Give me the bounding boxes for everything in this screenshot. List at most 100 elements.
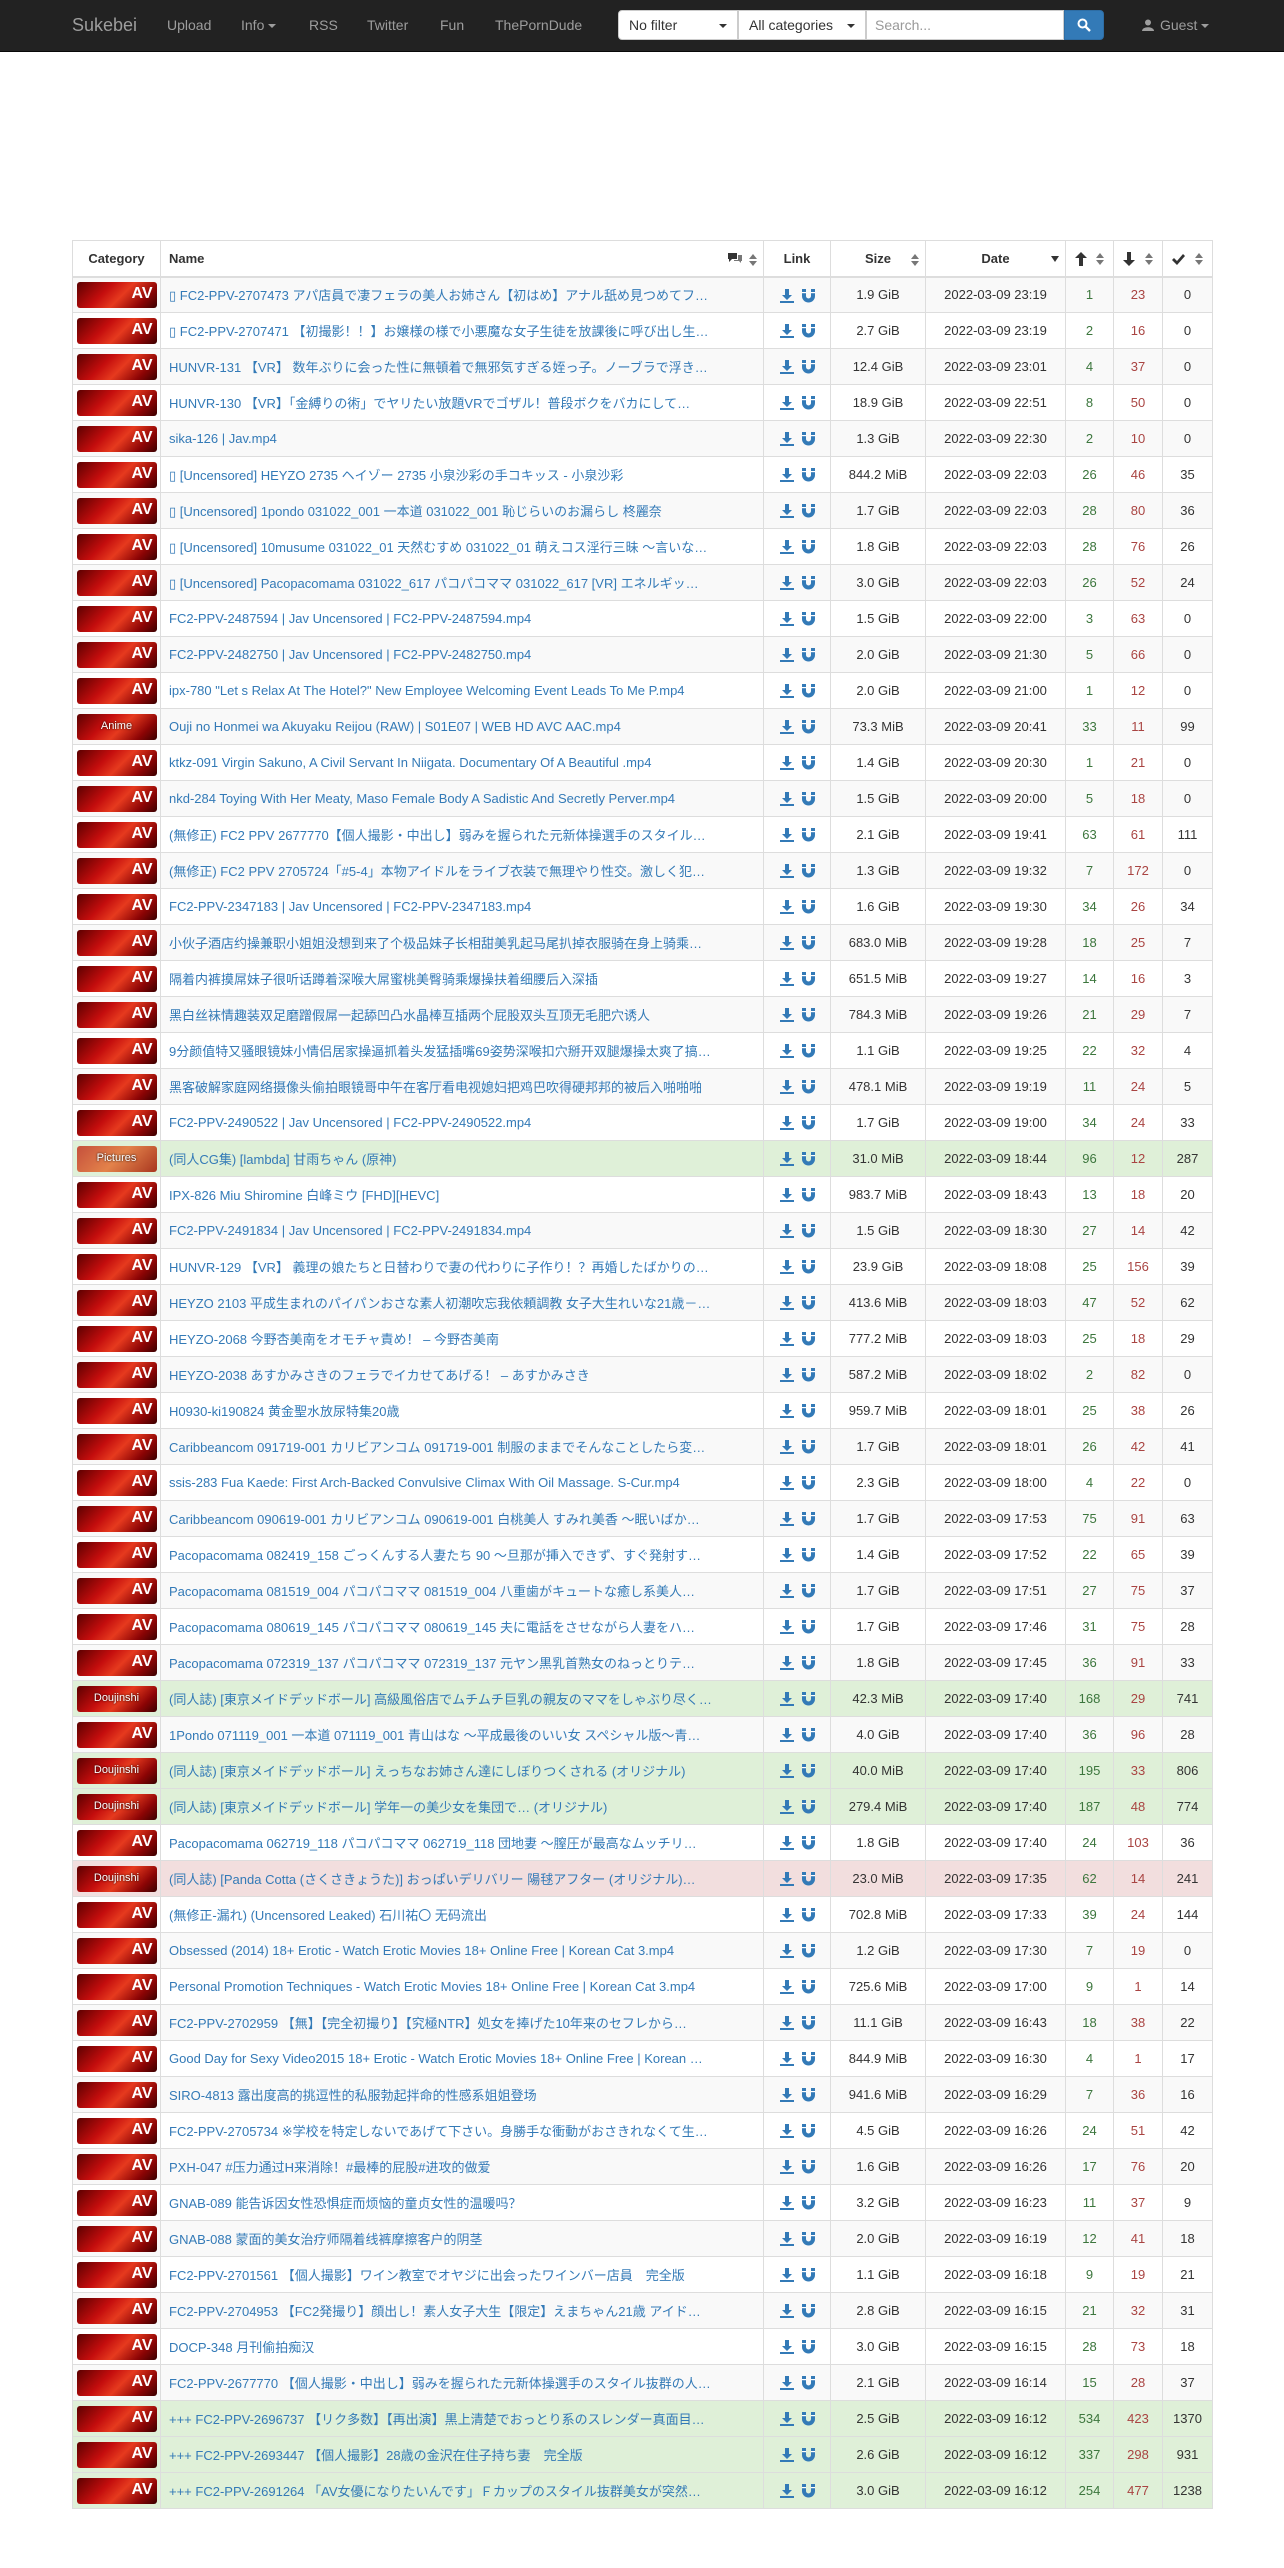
- header-downloads[interactable]: [1162, 240, 1213, 278]
- torrent-title-link[interactable]: 小伙子酒店约操兼职小姐姐没想到来了个极品妹子长相甜美乳起马尾扒掉衣服骑在身上骑乘…: [169, 936, 702, 951]
- download-icon[interactable]: [779, 1692, 794, 1707]
- category-badge[interactable]: AV: [76, 2261, 157, 2288]
- torrent-title-link[interactable]: +++ FC2-PPV-2691264 「AV女優になりたいんです」Ｆカップのス…: [169, 2484, 701, 2499]
- magnet-icon[interactable]: [801, 1872, 815, 1886]
- torrent-title-link[interactable]: HEYZO-2068 今野杏美南をオモチャ責め！ – 今野杏美南: [169, 1332, 499, 1347]
- download-icon[interactable]: [779, 504, 794, 519]
- torrent-title-link[interactable]: ssis-283 Fua Kaede: First Arch-Backed Co…: [169, 1475, 680, 1490]
- download-icon[interactable]: [779, 1224, 794, 1239]
- torrent-title-link[interactable]: ktkz-091 Virgin Sakuno, A Civil Servant …: [169, 755, 651, 770]
- magnet-icon[interactable]: [801, 1764, 815, 1778]
- download-icon[interactable]: [779, 972, 794, 987]
- download-icon[interactable]: [779, 2448, 794, 2463]
- magnet-icon[interactable]: [801, 756, 815, 770]
- magnet-icon[interactable]: [801, 1296, 815, 1310]
- category-badge[interactable]: AV: [76, 1037, 157, 1064]
- magnet-icon[interactable]: [801, 828, 815, 842]
- magnet-icon[interactable]: [801, 1260, 815, 1274]
- download-icon[interactable]: [779, 936, 794, 951]
- category-badge[interactable]: AV: [76, 1721, 157, 1748]
- magnet-icon[interactable]: [801, 504, 815, 518]
- magnet-icon[interactable]: [801, 1728, 815, 1742]
- header-seeders[interactable]: [1065, 240, 1114, 278]
- download-icon[interactable]: [779, 396, 794, 411]
- torrent-title-link[interactable]: HEYZO 2103 平成生まれのパイパンおさな素人初潮吹忘我依頼調教 女子大生…: [169, 1296, 710, 1311]
- torrent-title-link[interactable]: (同人CG集) [lambda] 甘雨ちゃん (原神): [169, 1152, 397, 1167]
- torrent-title-link[interactable]: HUNVR-131 【VR】 数年ぶりに会った性に無頓着で無邪気すぎる姪っ子。ノ…: [169, 360, 708, 375]
- torrent-title-link[interactable]: FC2-PPV-2347183 | Jav Uncensored | FC2-P…: [169, 899, 531, 914]
- download-icon[interactable]: [779, 1476, 794, 1491]
- download-icon[interactable]: [779, 1440, 794, 1455]
- download-icon[interactable]: [779, 828, 794, 843]
- download-icon[interactable]: [779, 1368, 794, 1383]
- download-icon[interactable]: [779, 360, 794, 375]
- category-badge[interactable]: AV: [76, 1217, 157, 1244]
- magnet-icon[interactable]: [801, 2268, 815, 2282]
- search-button[interactable]: [1064, 10, 1104, 40]
- torrent-title-link[interactable]: Pacopacomama 062719_118 パコパコママ 062719_11…: [169, 1836, 697, 1851]
- torrent-title-link[interactable]: ▯ [Uncensored] 10musume 031022_01 天然むすめ …: [169, 540, 707, 555]
- download-icon[interactable]: [779, 1980, 794, 1995]
- download-icon[interactable]: [779, 2088, 794, 2103]
- nav-rss[interactable]: RSS: [309, 0, 338, 51]
- category-badge[interactable]: AV: [76, 2225, 157, 2252]
- category-badge[interactable]: AV: [76, 2045, 157, 2072]
- magnet-icon[interactable]: [801, 1368, 815, 1382]
- category-badge[interactable]: AV: [76, 533, 157, 560]
- magnet-icon[interactable]: [801, 972, 815, 986]
- magnet-icon[interactable]: [801, 1224, 815, 1238]
- category-badge[interactable]: AV: [76, 749, 157, 776]
- category-badge[interactable]: Doujinshi: [76, 1757, 157, 1784]
- magnet-icon[interactable]: [801, 1476, 815, 1490]
- magnet-icon[interactable]: [801, 1512, 815, 1526]
- category-badge[interactable]: AV: [76, 2117, 157, 2144]
- magnet-icon[interactable]: [801, 864, 815, 878]
- download-icon[interactable]: [779, 1728, 794, 1743]
- category-badge[interactable]: AV: [76, 1973, 157, 2000]
- download-icon[interactable]: [779, 1008, 794, 1023]
- download-icon[interactable]: [779, 684, 794, 699]
- magnet-icon[interactable]: [801, 1044, 815, 1058]
- search-input[interactable]: [866, 10, 1064, 40]
- torrent-title-link[interactable]: SIRO-4813 露出度高的挑逗性的私服勃起拌命的性感系姐姐登场: [169, 2088, 537, 2103]
- category-badge[interactable]: AV: [76, 1505, 157, 1532]
- download-icon[interactable]: [779, 792, 794, 807]
- magnet-icon[interactable]: [801, 2232, 815, 2246]
- download-icon[interactable]: [779, 1512, 794, 1527]
- torrent-title-link[interactable]: +++ FC2-PPV-2696737 【リク多数】【再出演】黒上清楚でおっとり…: [169, 2412, 705, 2427]
- magnet-icon[interactable]: [801, 612, 815, 626]
- nav-upload[interactable]: Upload: [167, 0, 211, 51]
- download-icon[interactable]: [779, 756, 794, 771]
- category-badge[interactable]: AV: [76, 1361, 157, 1388]
- download-icon[interactable]: [779, 2268, 794, 2283]
- category-badge[interactable]: AV: [76, 425, 157, 452]
- nav-theporndude[interactable]: ThePornDude: [495, 0, 582, 51]
- category-badge[interactable]: AV: [76, 461, 157, 488]
- torrent-title-link[interactable]: Obsessed (2014) 18+ Erotic - Watch Eroti…: [169, 1943, 674, 1958]
- category-badge[interactable]: AV: [76, 857, 157, 884]
- magnet-icon[interactable]: [801, 1152, 815, 1166]
- magnet-icon[interactable]: [801, 2448, 815, 2462]
- magnet-icon[interactable]: [801, 2304, 815, 2318]
- download-icon[interactable]: [779, 1152, 794, 1167]
- category-badge[interactable]: AV: [76, 893, 157, 920]
- download-icon[interactable]: [779, 900, 794, 915]
- magnet-icon[interactable]: [801, 648, 815, 662]
- magnet-icon[interactable]: [801, 2484, 815, 2498]
- category-badge[interactable]: AV: [76, 1541, 157, 1568]
- torrent-title-link[interactable]: ▯ FC2-PPV-2707471 【初撮影！！】お嬢様の様で小悪魔な女子生徒を…: [169, 324, 709, 339]
- magnet-icon[interactable]: [801, 1980, 815, 1994]
- download-icon[interactable]: [779, 468, 794, 483]
- magnet-icon[interactable]: [801, 2340, 815, 2354]
- header-leechers[interactable]: [1113, 240, 1163, 278]
- magnet-icon[interactable]: [801, 900, 815, 914]
- torrent-title-link[interactable]: HUNVR-129 【VR】 義理の娘たちと日替わりで妻の代わりに子作り！？再婚…: [169, 1260, 709, 1275]
- download-icon[interactable]: [779, 1080, 794, 1095]
- torrent-title-link[interactable]: FC2-PPV-2704953 【FC2発撮り】顔出し！素人女子大生【限定】えま…: [169, 2304, 701, 2319]
- download-icon[interactable]: [779, 288, 794, 303]
- magnet-icon[interactable]: [801, 2376, 815, 2390]
- category-badge[interactable]: Doujinshi: [76, 1685, 157, 1712]
- magnet-icon[interactable]: [801, 2052, 815, 2066]
- magnet-icon[interactable]: [801, 1116, 815, 1130]
- category-badge[interactable]: Doujinshi: [76, 1793, 157, 1820]
